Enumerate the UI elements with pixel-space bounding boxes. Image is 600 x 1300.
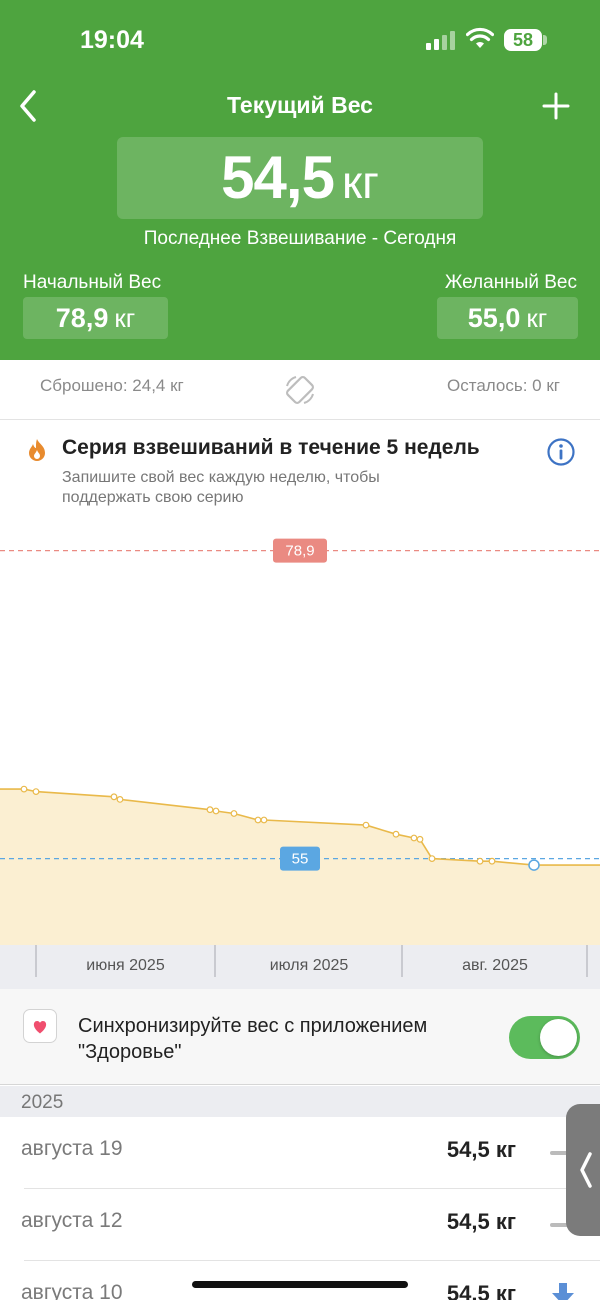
streak-description: Запишите свой вес каждую неделю, чтобы п… xyxy=(62,469,380,506)
start-weight-marker: 78,9 xyxy=(273,538,327,563)
entry-date: августа 12 xyxy=(21,1209,123,1232)
start-weight-label: Начальный Вес xyxy=(23,272,162,293)
flame-icon xyxy=(29,439,45,461)
chart-point[interactable] xyxy=(260,816,268,824)
page-title: Текущий Вес xyxy=(227,92,373,118)
health-app-icon xyxy=(23,1009,57,1043)
status-time: 19:04 xyxy=(80,26,144,54)
chart-point[interactable] xyxy=(476,857,484,865)
x-axis-label-august: авг. 2025 xyxy=(462,957,528,974)
chart-point[interactable] xyxy=(362,821,370,829)
chart-point[interactable] xyxy=(20,785,28,793)
chart-point[interactable] xyxy=(254,816,262,824)
start-weight-badge-label: 78,9 xyxy=(285,543,314,560)
history-row[interactable]: августа 19 54,5 кг xyxy=(0,1117,600,1189)
history-row[interactable]: августа 12 54,5 кг xyxy=(0,1189,600,1261)
entry-weight: 54,5 кг xyxy=(446,1281,516,1300)
goal-weight-value: 55,0 xyxy=(467,303,521,333)
wifi-icon xyxy=(466,27,494,48)
chart-point-current[interactable] xyxy=(528,859,540,871)
trend-down-icon xyxy=(552,1283,574,1300)
x-axis-label-june: июня 2025 xyxy=(86,957,165,974)
chart-x-axis: июня 2025 июля 2025 авг. 2025 xyxy=(0,945,600,989)
battery-icon: 58 xyxy=(504,29,542,51)
battery-tip xyxy=(543,35,547,45)
stats-row: Сброшено: 24,4 кг Осталось: 0 кг xyxy=(0,360,600,420)
start-weight-value: 78,9 xyxy=(55,303,109,333)
last-weighing-text: Последнее Взвешивание - Сегодня xyxy=(143,228,457,249)
current-weight-value: 54,5 xyxy=(221,144,335,211)
entry-weight: 54,5 кг xyxy=(446,1137,516,1162)
chart-point[interactable] xyxy=(410,834,418,842)
health-sync-toggle[interactable] xyxy=(509,1016,580,1059)
entry-date: августа 10 xyxy=(21,1281,123,1300)
home-indicator xyxy=(192,1281,408,1288)
goal-weight-marker: 55 xyxy=(280,846,320,871)
goal-weight-badge-label: 55 xyxy=(292,851,309,868)
current-weight-box: 54,5 кг xyxy=(117,137,483,219)
chart-point[interactable] xyxy=(32,788,40,796)
goal-weight-box[interactable]: 55,0 кг xyxy=(437,297,578,339)
year-label: 2025 xyxy=(21,1092,64,1113)
header: 19:04 58 Текущий Вес 54,5 кг Последнее Вз… xyxy=(0,0,600,360)
weight-lost-text: Сброшено: 24,4 кг xyxy=(40,376,184,395)
year-section-header: 2025 xyxy=(0,1086,600,1117)
chart-point[interactable] xyxy=(116,796,124,803)
chart-point[interactable] xyxy=(230,810,238,817)
chart-point[interactable] xyxy=(392,830,400,838)
info-icon[interactable] xyxy=(546,437,576,467)
entry-weight: 54,5 кг xyxy=(446,1209,516,1234)
chart-point[interactable] xyxy=(212,807,220,815)
chart-point[interactable] xyxy=(110,793,118,801)
entry-date: августа 19 xyxy=(21,1137,123,1160)
start-weight-unit: кг xyxy=(114,303,136,333)
x-axis-label-july: июля 2025 xyxy=(269,957,349,974)
chart-point[interactable] xyxy=(416,835,424,843)
goal-weight-unit: кг xyxy=(526,303,548,333)
streak-title: Серия взвешиваний в течение 5 недель xyxy=(62,436,480,459)
current-weight-unit: кг xyxy=(341,156,379,208)
goal-weight-label: Желанный Вес xyxy=(444,272,577,293)
rotate-icon[interactable] xyxy=(283,373,317,407)
health-sync-text: Синхронизируйте вес с приложением "Здоро… xyxy=(78,1015,428,1063)
weight-chart[interactable]: 78,9 55 xyxy=(0,530,600,945)
chart-point[interactable] xyxy=(206,806,214,814)
chart-point[interactable] xyxy=(428,855,436,863)
add-weight-button[interactable] xyxy=(540,90,572,122)
chevron-left-icon xyxy=(580,1152,592,1188)
health-sync-row: Синхронизируйте вес с приложением "Здоро… xyxy=(0,989,600,1085)
signal-icon xyxy=(426,31,455,50)
start-weight-box[interactable]: 78,9 кг xyxy=(23,297,168,339)
chart-point[interactable] xyxy=(488,857,496,865)
toggle-knob xyxy=(540,1019,577,1056)
weight-remaining-text: Осталось: 0 кг xyxy=(447,376,560,395)
